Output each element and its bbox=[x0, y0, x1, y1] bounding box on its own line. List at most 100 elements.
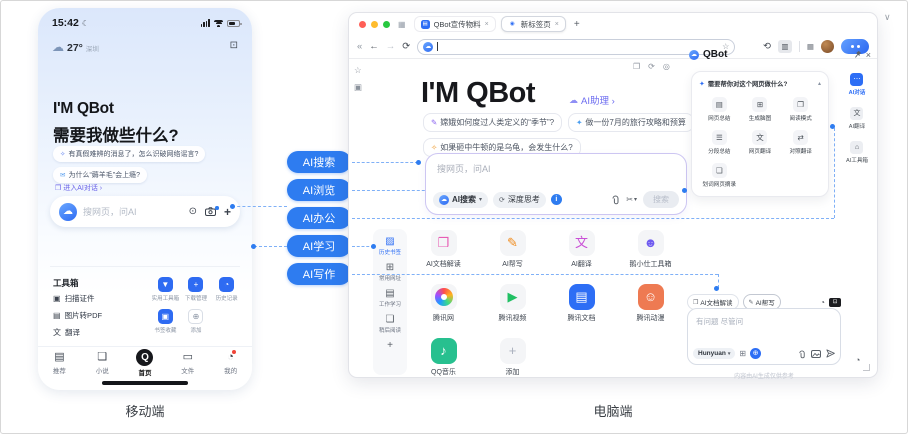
connector-ai-learn-left-line bbox=[254, 246, 287, 247]
app-shortcut[interactable]: ▤ 腾讯文档 bbox=[547, 284, 616, 323]
page-tool[interactable]: 文 网页翻译 bbox=[740, 130, 781, 155]
close-window-button[interactable] bbox=[359, 21, 366, 28]
tab-overview-icon[interactable]: ▦ bbox=[398, 20, 406, 29]
close-tab-icon[interactable]: × bbox=[555, 21, 559, 28]
share-icon[interactable]: ❐ bbox=[633, 62, 640, 71]
prompt-chip[interactable]: ✦ 做一份7月的旅行攻略和预算 bbox=[568, 113, 694, 132]
ai-search-box[interactable]: 搜网页，问AI ☁ AI搜索 ▾ ⟳ 深度思考 i ✂▾ 搜索 bbox=[425, 153, 687, 215]
side-nav-item[interactable]: ❏ 稍后阅读 bbox=[379, 314, 401, 334]
page-tool[interactable]: ❐ 阅读模式 bbox=[780, 97, 821, 122]
app-shortcut[interactable]: 腾讯网 bbox=[409, 284, 478, 323]
page-tool[interactable]: ❏ 划词网页摘录 bbox=[699, 163, 740, 188]
toolbox-tool[interactable]: ▣ 扫描证件 bbox=[53, 293, 102, 304]
search-mode-selector[interactable]: ☁ AI搜索 ▾ bbox=[433, 192, 488, 208]
back-icon[interactable]: ← bbox=[369, 41, 379, 52]
reload-icon[interactable]: ⟳ bbox=[402, 41, 410, 52]
feature-label-pill: AI浏览 bbox=[287, 179, 351, 201]
phone-search-bar[interactable]: ☁ 搜网页，问AI ⊙ + bbox=[50, 196, 240, 227]
signal-icon bbox=[201, 19, 210, 27]
model-name: Hunyuan bbox=[698, 350, 726, 357]
phone-prompt-chip[interactable]: ✉为什么“薅羊毛”会上瘾? bbox=[53, 167, 147, 183]
writer-input-card[interactable]: 有问题 尽管问 Hunyuan ▾ ⊞ ⊕ bbox=[687, 308, 841, 365]
model-selector[interactable]: Hunyuan ▾ bbox=[693, 348, 735, 359]
browser-tab[interactable]: ▤ QBot宣传物料 × bbox=[414, 16, 496, 32]
panel-tab[interactable]: ⋯ AI对话 bbox=[849, 73, 866, 96]
enter-ai-link[interactable]: ❒ 进入AI对话 › bbox=[55, 183, 102, 193]
eye-icon[interactable]: ◎ bbox=[663, 62, 670, 71]
minimize-window-button[interactable] bbox=[371, 21, 378, 28]
search-submit-button[interactable]: 搜索 bbox=[643, 191, 679, 208]
app-shortcut[interactable]: ♪ QQ音乐 bbox=[409, 338, 478, 377]
send-icon[interactable] bbox=[826, 349, 835, 358]
panel-tab[interactable]: 文 AI翻译 bbox=[849, 107, 865, 130]
app-shortcut[interactable]: 文 AI翻译 bbox=[547, 230, 616, 269]
screenshot-tool[interactable]: ✂▾ bbox=[626, 195, 637, 204]
history-icon[interactable]: ⊙ bbox=[189, 206, 197, 217]
app-shortcut[interactable]: ✎ AI帮写 bbox=[478, 230, 547, 269]
image-icon[interactable] bbox=[811, 350, 821, 358]
tab-label: 我的 bbox=[224, 365, 237, 375]
close-icon[interactable]: × bbox=[866, 50, 871, 60]
phone-tab[interactable]: ▤ 推荐 bbox=[38, 347, 81, 378]
deep-think-toggle[interactable]: ⟳ 深度思考 bbox=[493, 192, 546, 208]
resize-handle[interactable] bbox=[863, 364, 870, 371]
page-tool[interactable]: ⇄ 对照翻译 bbox=[780, 130, 821, 155]
paperclip-icon[interactable] bbox=[798, 349, 806, 359]
phone-tab[interactable]: ❏ 小说 bbox=[81, 347, 124, 378]
maximize-window-button[interactable] bbox=[383, 21, 390, 28]
paperclip-icon[interactable] bbox=[611, 194, 620, 205]
pin-icon[interactable] bbox=[854, 50, 862, 59]
info-icon[interactable]: i bbox=[551, 194, 562, 205]
app-shortcut[interactable]: ▶ 腾讯视频 bbox=[478, 284, 547, 323]
phone-tab[interactable]: ▭ 文件 bbox=[166, 347, 209, 378]
chip-label: AI帮写 bbox=[756, 297, 775, 307]
page-title: I'M QBot bbox=[421, 77, 535, 110]
app-shortcut[interactable]: ❒ AI文档解读 bbox=[409, 230, 478, 269]
new-tab-button[interactable]: + bbox=[574, 19, 580, 30]
weather-widget[interactable]: ☁ 27° 深圳 bbox=[52, 40, 99, 54]
refresh-icon[interactable]: ⟳ bbox=[648, 62, 655, 71]
page-tool[interactable]: ▤ 网页总结 bbox=[699, 97, 740, 122]
browser-tab[interactable]: ◉ 新标签页 × bbox=[501, 16, 566, 32]
app-shortcut[interactable]: ☺ 腾讯动漫 bbox=[616, 284, 685, 323]
side-nav-item[interactable]: + bbox=[387, 340, 393, 352]
toolbox-shortcut[interactable]: + 下载管理 bbox=[181, 277, 212, 302]
home-indicator bbox=[102, 381, 188, 385]
chevron-down-icon[interactable]: ∨ bbox=[884, 12, 891, 23]
web-access-icon[interactable]: ⊕ bbox=[750, 348, 761, 359]
page-tool-label: 划词网页摘录 bbox=[703, 180, 737, 188]
side-nav-item[interactable]: ▨ 历史书签 bbox=[379, 236, 401, 256]
toolbox-tool[interactable]: 文 翻译 bbox=[53, 327, 102, 338]
ai-assistant-badge[interactable]: ☁ AI助理 › bbox=[569, 93, 615, 107]
panel-tab[interactable]: ⌂ AI工具箱 bbox=[846, 141, 868, 164]
toolbox-shortcut[interactable]: ▣ 书签收藏 bbox=[150, 309, 181, 334]
connector-ai-search-line bbox=[352, 162, 418, 163]
phone-tab[interactable]: ◔ 我的 bbox=[209, 347, 252, 378]
collapse-sidebar-icon[interactable]: « bbox=[357, 41, 362, 52]
side-nav-item[interactable]: ⊞ 常用网址 bbox=[379, 262, 401, 282]
camera-icon[interactable] bbox=[205, 207, 216, 216]
phone-prompt-chip[interactable]: ✧有真假难辨的消息了，怎么识破网络谣言? bbox=[53, 146, 205, 162]
page-tool[interactable]: ☰ 分段总结 bbox=[699, 130, 740, 155]
page-tool[interactable]: ⊞ 生成脑图 bbox=[740, 97, 781, 122]
tool-icon: 文 bbox=[53, 327, 61, 338]
side-nav-item[interactable]: ▤ 工作学习 bbox=[379, 288, 401, 308]
scan-icon[interactable]: ⊡ bbox=[230, 40, 238, 51]
phone-tab[interactable]: Q 首页 bbox=[124, 347, 167, 378]
reading-mode-icon[interactable]: ▣ bbox=[354, 82, 362, 93]
toolbox-tool[interactable]: ▤ 图片转PDF bbox=[53, 310, 102, 321]
clock-icon[interactable]: ◔ bbox=[855, 355, 860, 365]
collapse-icon[interactable]: ▴ bbox=[818, 80, 821, 87]
expand-icon[interactable]: ⊡ bbox=[829, 298, 841, 307]
prompt-chip[interactable]: ✎ 嫦娥如何度过人类定义的“季节”? bbox=[423, 113, 562, 132]
app-shortcut[interactable]: ☻ 鹅小仕工具箱 bbox=[616, 230, 685, 269]
favorites-star-icon[interactable]: ☆ bbox=[354, 65, 362, 76]
skills-icon[interactable]: ⊞ bbox=[739, 349, 746, 358]
forward-icon[interactable]: → bbox=[386, 41, 396, 52]
toolbox-shortcut[interactable]: ▼ 实用工具箱 bbox=[150, 277, 181, 302]
toolbox-shortcut[interactable]: ◔ 历史记录 bbox=[211, 277, 242, 302]
app-shortcut[interactable]: + 添加 bbox=[478, 338, 547, 377]
toolbox-shortcut[interactable]: ⊕ 添加 bbox=[181, 309, 212, 334]
close-tab-icon[interactable]: × bbox=[485, 21, 489, 28]
history-icon[interactable]: ◔ bbox=[820, 298, 825, 307]
